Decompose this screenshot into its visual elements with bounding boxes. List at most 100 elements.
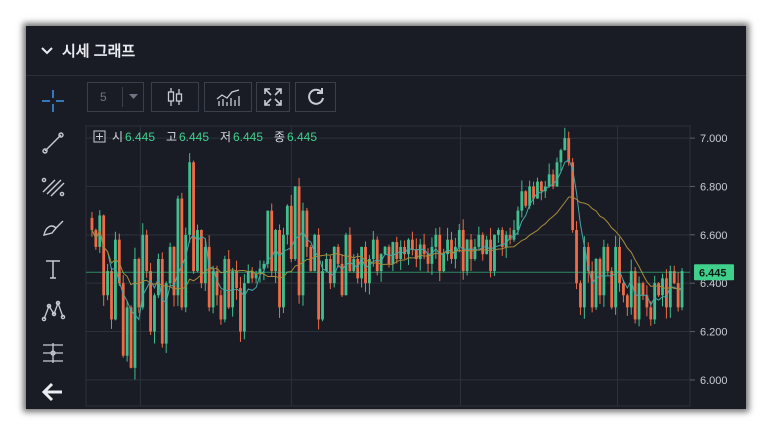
candle-body: [618, 246, 621, 284]
y-tick-label: 7.000: [700, 133, 728, 145]
candle-body: [180, 198, 184, 308]
candle-body: [399, 246, 403, 259]
candle-body: [192, 162, 195, 272]
candle-body: [450, 239, 453, 259]
candle-body: [598, 259, 602, 296]
candle-body: [457, 229, 461, 247]
measure-icon[interactable]: [38, 338, 68, 368]
candle-body: [242, 283, 246, 332]
candle-body: [625, 295, 629, 308]
candle-body: [391, 242, 395, 264]
candle-body: [493, 234, 496, 272]
candle-body: [203, 246, 207, 284]
period-select[interactable]: 5: [87, 82, 144, 112]
low-label: 저: [220, 130, 231, 144]
candle-body: [321, 271, 324, 320]
candle-body: [317, 234, 321, 320]
candle-body: [496, 229, 500, 235]
candle-body: [301, 210, 305, 296]
candle-body: [383, 246, 387, 255]
candle-body: [235, 271, 238, 289]
candle-body: [524, 191, 528, 206]
trend-line-icon[interactable]: [38, 128, 68, 158]
candle-body: [160, 259, 164, 344]
select-divider: [122, 87, 123, 107]
candle-body: [461, 229, 465, 272]
candle-body: [465, 239, 469, 272]
low-value: 6.445: [233, 130, 263, 144]
candle-body: [641, 283, 645, 296]
open-value: 6.445: [125, 130, 155, 144]
candle-body: [110, 271, 113, 320]
candle-body: [473, 246, 477, 259]
candle-body: [176, 198, 180, 296]
drawing-tools: [26, 76, 82, 409]
pattern-icon[interactable]: [38, 296, 68, 326]
candle-body: [567, 138, 571, 163]
candle-body: [590, 271, 594, 308]
candle-body: [614, 246, 618, 308]
candle-body: [559, 150, 563, 163]
candle-body: [145, 234, 149, 272]
text-icon[interactable]: [38, 254, 68, 284]
legend-toggle-icon[interactable]: [93, 130, 106, 143]
price-chart[interactable]: 7.0006.8006.6006.4006.2006.000 6.445 시 6…: [82, 120, 746, 409]
refresh-button[interactable]: [295, 82, 336, 112]
candle-body: [90, 217, 94, 230]
high-value: 6.445: [179, 130, 209, 144]
panel-header: 시세 그래프: [26, 26, 746, 76]
candle-body: [282, 234, 285, 308]
candle-body: [672, 271, 676, 284]
close-value: 6.445: [287, 130, 317, 144]
candle-body: [418, 244, 422, 259]
candle-body: [219, 295, 223, 320]
fullscreen-icon: [264, 88, 282, 106]
candle-body: [657, 283, 661, 296]
candle-body: [539, 181, 543, 192]
indicator-icon: [216, 89, 240, 106]
candle-body: [278, 229, 281, 308]
candle-body: [407, 239, 410, 255]
candle-body: [153, 295, 156, 332]
candlestick-button[interactable]: [151, 82, 199, 112]
candle-body: [289, 205, 293, 259]
candle-body: [606, 246, 610, 272]
candle-body: [231, 271, 235, 308]
indicator-button[interactable]: [204, 82, 252, 112]
candle-body: [579, 283, 582, 308]
close-label: 종: [274, 130, 285, 144]
candle-body: [246, 271, 250, 284]
crosshair-icon[interactable]: [38, 86, 68, 116]
fibonacci-icon[interactable]: [38, 170, 68, 200]
candle-body: [168, 246, 172, 284]
y-tick-label: 6.200: [700, 327, 728, 339]
candle-body: [356, 259, 360, 279]
candle-body: [680, 271, 684, 308]
candle-body: [328, 259, 332, 284]
chevron-down-icon: [129, 94, 138, 99]
arrow-left-icon[interactable]: [38, 377, 68, 407]
candle-body: [676, 283, 680, 308]
candle-body: [622, 283, 625, 296]
candle-body: [368, 259, 371, 284]
open-label: 시: [112, 130, 123, 144]
chart-panel: 시세 그래프 5 7.000 6.800 6.600 6.400 6.200 6…: [26, 26, 746, 409]
candle-body: [348, 234, 352, 272]
candle-body: [266, 210, 270, 264]
candle-body: [325, 259, 328, 272]
candle-body: [563, 138, 567, 151]
candlestick-series: [90, 127, 684, 380]
candle-body: [293, 186, 297, 259]
brush-icon[interactable]: [38, 212, 68, 242]
chevron-down-icon[interactable]: [40, 44, 54, 58]
candle-body: [665, 278, 668, 308]
candle-body: [129, 307, 133, 368]
candle-body: [106, 271, 109, 296]
candle-body: [184, 234, 188, 308]
fullscreen-button[interactable]: [256, 82, 290, 112]
candle-body: [239, 288, 242, 332]
y-axis: 7.0006.8006.6006.4006.2006.000: [690, 133, 728, 387]
candle-body: [629, 271, 633, 308]
candle-body: [434, 234, 438, 247]
candlestick-icon: [167, 88, 183, 106]
